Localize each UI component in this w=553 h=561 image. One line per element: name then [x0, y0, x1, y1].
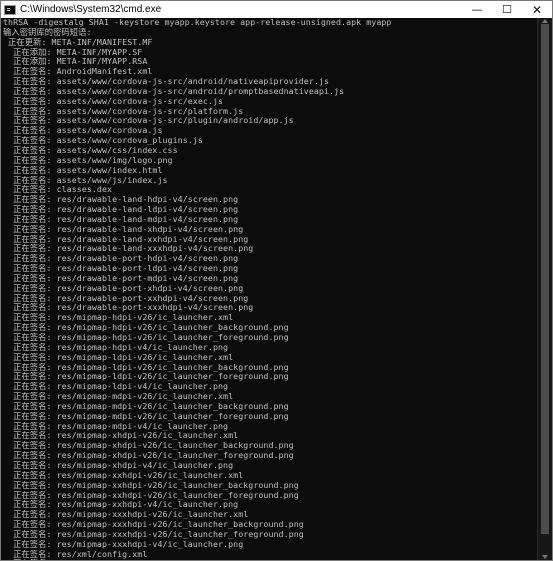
console-line: 正在签名: assets/www/cordova-js-src/android/…	[3, 77, 330, 87]
console-line: 正在签名: res/drawable-land-mdpi-v4/screen.p…	[3, 214, 239, 224]
console-line: thRSA -digestalg SHA1 -keystore myapp.ke…	[3, 18, 392, 27]
cmd-window: C:\Windows\System32\cmd.exe — ☐ ✕ thRSA …	[0, 0, 553, 561]
console-line: 正在签名: res/mipmap-xhdpi-v26/ic_launcher_b…	[3, 441, 294, 451]
console-line: 正在签名: res/drawable-port-xxxhdpi-v4/scree…	[3, 303, 254, 313]
console-line: 正在签名: res/mipmap-hdpi-v26/ic_launcher_ba…	[3, 323, 289, 333]
console-line: 正在签名: res/mipmap-xhdpi-v26/ic_launcher.x…	[3, 431, 239, 441]
console-line: 正在签名: assets/www/cordova.js	[3, 126, 163, 136]
console-line: 正在签名: res/mipmap-xhdpi-v26/ic_launcher_f…	[3, 451, 294, 461]
console-line: 正在签名: res/mipmap-hdpi-v26/ic_launcher_fo…	[3, 333, 289, 342]
console-line: 正在添加: META-INF/MYAPP.RSA	[3, 57, 148, 67]
console-line: 正在签名: assets/www/cordova-js-src/android/…	[3, 86, 345, 96]
window-title: C:\Windows\System32\cmd.exe	[20, 4, 162, 15]
console-line: 输入密钥库的密码短语:	[3, 27, 92, 37]
console-line: 正在签名: res/mipmap-xhdpi-v4/ic_launcher.pn…	[3, 460, 234, 470]
console-line: 正在签名: res/mipmap-ldpi-v4/ic_launcher.png	[3, 382, 229, 392]
title-bar[interactable]: C:\Windows\System32\cmd.exe — ☐ ✕	[1, 1, 552, 18]
console-line: 正在签名: res/mipmap-xxxhdpi-v26/ic_launcher…	[3, 510, 249, 520]
console-line: 正在签名: res/drawable-land-xhdpi-v4/screen.…	[3, 224, 244, 234]
console-line: 正在签名: classes.dex	[3, 185, 113, 195]
console-line: 正在签名: assets/www/cordova-js-src/plugin/a…	[3, 116, 294, 126]
console-line: 正在签名: res/mipmap-xxhdpi-v26/ic_launcher.…	[3, 470, 244, 480]
console-line: 正在签名: assets/www/img/logo.png	[3, 155, 173, 165]
console-line: 正在签名: res/mipmap-xxxhdpi-v26/ic_launcher…	[3, 520, 304, 530]
vertical-scrollbar[interactable]	[537, 18, 552, 560]
console-line: 正在签名: res/mipmap-hdpi-v4/ic_launcher.png	[3, 342, 229, 352]
console-line: 正在签名: res/mipmap-xxhdpi-v4/ic_launcher.p…	[3, 500, 239, 510]
console-line: 正在签名: res/drawable-port-xxhdpi-v4/screen…	[3, 293, 249, 303]
console-line: 正在签名: res/drawable-land-xxxhdpi-v4/scree…	[3, 244, 254, 254]
console-line: 正在签名: assets/www/css/index.css	[3, 145, 178, 155]
console-line: 正在签名: assets/www/js/index.js	[3, 175, 168, 185]
console-line: 正在添加: META-INF/MYAPP.SF	[3, 47, 143, 57]
console-line: 正在签名: assets/www/cordova-js-src/platform…	[3, 106, 244, 116]
scroll-down-arrow-icon[interactable]	[542, 555, 548, 559]
console-line: 正在签名: res/mipmap-ldpi-v26/ic_launcher_ba…	[3, 362, 289, 372]
maximize-button[interactable]: ☐	[492, 1, 522, 18]
console-line: 正在签名: res/mipmap-hdpi-v26/ic_launcher.xm…	[3, 313, 234, 323]
console-line: 正在签名: res/drawable-land-xxhdpi-v4/screen…	[3, 234, 249, 244]
console-line: 正在签名: res/drawable-port-ldpi-v4/screen.p…	[3, 264, 239, 274]
console-line: 正在签名: res/mipmap-xxhdpi-v26/ic_launcher_…	[3, 490, 299, 500]
console-line: 正在签名: res/mipmap-mdpi-v26/ic_launcher_fo…	[3, 411, 289, 421]
scrollbar-thumb[interactable]	[541, 24, 549, 534]
cmd-app-icon	[4, 4, 16, 15]
console-line: 正在签名: res/mipmap-mdpi-v26/ic_launcher.xm…	[3, 392, 234, 402]
console-line: 正在签名: res/mipmap-xxxhdpi-v26/ic_launcher…	[3, 529, 304, 539]
console-output[interactable]: thRSA -digestalg SHA1 -keystore myapp.ke…	[1, 18, 537, 560]
console-line: 正在签名: assets/www/cordova-js-src/exec.js	[3, 96, 224, 106]
console-line: 正在签名: res/mipmap-xxxhdpi-v4/ic_launcher.…	[3, 539, 244, 549]
console-line: 正在签名: res/xml/config.xml	[3, 549, 148, 559]
console-line: 正在签名: res/mipmap-mdpi-v4/ic_launcher.png	[3, 421, 229, 431]
console-line: 正在签名: res/drawable-port-hdpi-v4/screen.p…	[3, 254, 239, 264]
scroll-up-arrow-icon[interactable]	[542, 19, 548, 23]
console-line: 正在签名: res/mipmap-mdpi-v26/ic_launcher_ba…	[3, 401, 289, 411]
console-line: 正在签名: res/mipmap-ldpi-v26/ic_launcher.xm…	[3, 352, 234, 362]
console-line: 正在签名: assets/www/cordova_plugins.js	[3, 136, 203, 146]
console-line: 正在签名: res/drawable-port-mdpi-v4/screen.p…	[3, 273, 239, 283]
console-line: 正在签名: res/drawable-land-ldpi-v4/screen.p…	[3, 205, 239, 215]
console-line: 正在签名: res/mipmap-xxhdpi-v26/ic_launcher_…	[3, 480, 299, 490]
console-line: 正在更新: META-INF/MANIFEST.MF	[3, 37, 153, 47]
console-line: 正在签名: res/mipmap-ldpi-v26/ic_launcher_fo…	[3, 372, 289, 382]
minimize-button[interactable]: —	[462, 1, 492, 18]
console-line: 正在签名: AndroidManifest.xml	[3, 67, 153, 77]
console-line: 正在签名: res/drawable-port-xhdpi-v4/screen.…	[3, 283, 244, 293]
console-line: 正在签名: assets/www/index.html	[3, 165, 163, 175]
close-button[interactable]: ✕	[522, 1, 552, 18]
console-line: 正在签名: res/drawable-land-hdpi-v4/screen.p…	[3, 195, 239, 205]
